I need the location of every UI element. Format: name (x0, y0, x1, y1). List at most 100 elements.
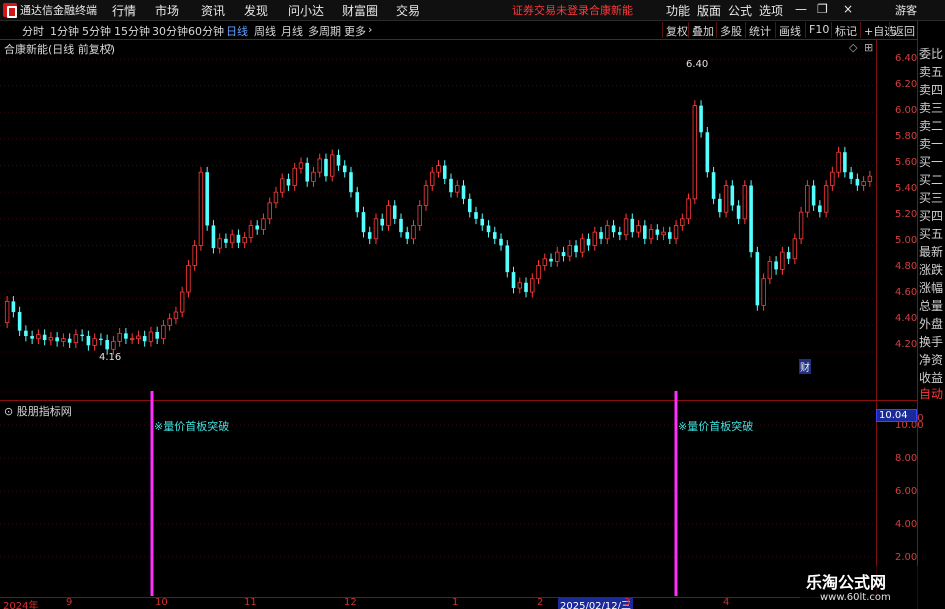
candle-body[interactable] (524, 282, 528, 293)
period-tab-multi[interactable]: 多周期 (308, 23, 341, 39)
chevron-right-icon[interactable]: › (368, 23, 372, 36)
candle-body[interactable] (273, 191, 279, 204)
candle-body[interactable] (292, 167, 297, 186)
candle-body[interactable] (380, 218, 385, 226)
candle-body[interactable] (417, 205, 422, 226)
period-tab-monthly[interactable]: 月线 (281, 23, 303, 39)
side-item-sell5[interactable]: 卖五 (919, 64, 943, 81)
side-item-sell3[interactable]: 卖三 (919, 100, 943, 117)
back-button[interactable]: 返回 (889, 22, 918, 38)
side-item-net-assets[interactable]: 净资 (919, 352, 943, 369)
candle-body[interactable] (36, 334, 41, 340)
side-item-change[interactable]: 涨跌 (919, 262, 943, 279)
candle-body[interactable] (67, 338, 72, 343)
candle-body[interactable] (392, 205, 397, 219)
candle-body[interactable] (449, 178, 453, 193)
candle-body[interactable] (736, 205, 741, 219)
candle-body[interactable] (623, 218, 629, 236)
candle-body[interactable] (818, 205, 822, 213)
mark-button[interactable]: 标记 (831, 22, 860, 38)
candle-body[interactable] (843, 152, 847, 173)
candle-body[interactable] (167, 318, 172, 326)
candle-body[interactable] (367, 232, 372, 239)
candle-body[interactable] (830, 171, 835, 186)
menu-layout[interactable]: 版面 (697, 2, 721, 19)
candle-body[interactable] (17, 312, 22, 331)
candle-body[interactable] (355, 192, 360, 213)
candle-body[interactable] (580, 238, 585, 253)
candle-body[interactable] (217, 238, 222, 249)
candle-body[interactable] (317, 158, 322, 173)
candle-body[interactable] (11, 301, 16, 313)
menu-formula[interactable]: 公式 (728, 2, 752, 19)
candle-body[interactable] (423, 185, 429, 206)
side-item-buy1[interactable]: 买一 (919, 154, 943, 171)
period-tab-60min[interactable]: 60分钟 (188, 23, 224, 39)
multi-stock-button[interactable]: 多股 (716, 22, 745, 38)
candle-body[interactable] (755, 252, 760, 306)
candle-body[interactable] (211, 225, 216, 249)
candle-body[interactable] (248, 225, 254, 238)
candle-body[interactable] (549, 258, 553, 262)
candle-body[interactable] (129, 338, 135, 341)
candle-body[interactable] (673, 225, 679, 240)
candle-body[interactable] (242, 237, 247, 244)
period-tab-more[interactable]: 更多 (344, 23, 366, 39)
candle-body[interactable] (567, 245, 572, 257)
period-tab-30min[interactable]: 30分钟 (152, 23, 188, 39)
candle-body[interactable] (474, 212, 478, 219)
candle-body[interactable] (792, 238, 798, 260)
candle-body[interactable] (161, 324, 166, 340)
candle-body[interactable] (42, 334, 47, 341)
candle-body[interactable] (330, 154, 335, 177)
candle-body[interactable] (373, 218, 379, 240)
candle-body[interactable] (811, 185, 816, 206)
candle-body[interactable] (630, 218, 635, 233)
side-item-buy3[interactable]: 买三 (919, 190, 943, 207)
period-tab-5min[interactable]: 5分钟 (82, 23, 111, 39)
candle-body[interactable] (411, 225, 416, 240)
candle-body[interactable] (349, 172, 353, 193)
candle-body[interactable] (861, 181, 866, 186)
candle-body[interactable] (405, 232, 410, 239)
candle-body[interactable] (774, 261, 778, 270)
candle-body[interactable] (655, 229, 660, 235)
candle-body[interactable] (467, 198, 472, 213)
candle-body[interactable] (561, 252, 566, 257)
candle-body[interactable] (436, 165, 441, 173)
candle-body[interactable] (186, 265, 191, 293)
candle-body[interactable] (236, 234, 241, 243)
candle-body[interactable] (192, 245, 197, 266)
candle-body[interactable] (48, 336, 54, 341)
side-item-weibi[interactable]: 委比 (919, 46, 943, 63)
candle-body[interactable] (749, 185, 753, 253)
candle-body[interactable] (486, 225, 491, 233)
guest-label[interactable]: 游客 (895, 2, 917, 18)
candle-body[interactable] (592, 231, 597, 246)
side-item-latest[interactable]: 最新 (919, 244, 943, 261)
candle-body[interactable] (124, 333, 128, 339)
candle-body[interactable] (399, 218, 403, 233)
candle-body[interactable] (611, 225, 616, 233)
candle-body[interactable] (836, 151, 841, 173)
candle-body[interactable] (280, 178, 285, 193)
menu-discover[interactable]: 发现 (244, 2, 268, 19)
candle-body[interactable] (742, 185, 748, 220)
menu-function[interactable]: 功能 (666, 2, 690, 19)
minimize-icon[interactable]: — (795, 2, 807, 16)
candle-body[interactable] (586, 238, 591, 246)
candle-body[interactable] (298, 162, 304, 169)
candle-body[interactable] (117, 332, 122, 342)
candle-body[interactable] (442, 165, 447, 179)
menu-news[interactable]: 资讯 (201, 2, 225, 19)
menu-market[interactable]: 市场 (155, 2, 179, 19)
candle-body[interactable] (705, 132, 710, 173)
candle-body[interactable] (730, 185, 735, 206)
side-item-sell1[interactable]: 卖一 (919, 136, 943, 153)
candle-body[interactable] (24, 330, 28, 337)
candle-body[interactable] (461, 185, 466, 199)
candle-body[interactable] (661, 231, 666, 236)
candle-body[interactable] (542, 258, 547, 266)
candle-body[interactable] (668, 232, 672, 239)
candle-body[interactable] (136, 335, 141, 340)
